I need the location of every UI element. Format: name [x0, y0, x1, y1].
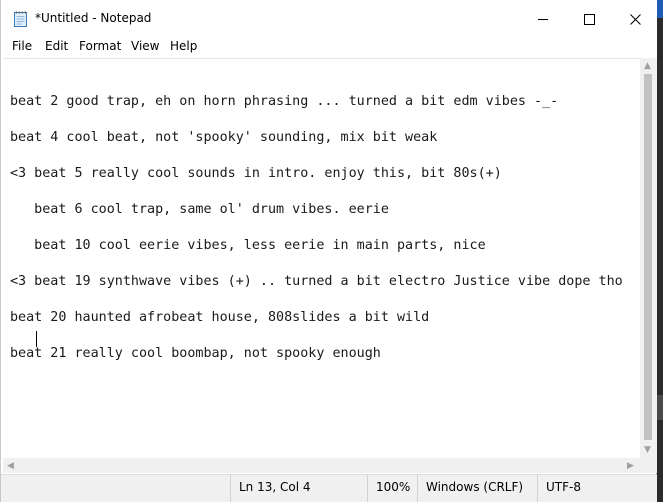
- scroll-down-icon[interactable]: ▼: [644, 445, 651, 455]
- menu-help[interactable]: Help: [170, 39, 197, 53]
- editor-line: <3 beat 19 synthwave vibes (+) .. turned…: [10, 274, 623, 289]
- window-title: *Untitled - Notepad: [35, 11, 152, 25]
- menu-view[interactable]: View: [131, 39, 159, 53]
- scroll-up-icon[interactable]: ▲: [644, 61, 651, 71]
- editor-line: beat 10 cool eerie vibes, less eerie in …: [10, 238, 486, 253]
- minimize-button[interactable]: [520, 0, 566, 38]
- background-element: [657, 395, 663, 420]
- title-bar[interactable]: *Untitled - Notepad: [1, 0, 657, 38]
- maximize-button[interactable]: [566, 0, 612, 38]
- status-position: Ln 13, Col 4: [230, 475, 367, 502]
- menu-bar: File Edit Format View Help: [1, 36, 657, 58]
- background-accent: [657, 0, 663, 18]
- text-caret: [36, 331, 37, 347]
- editor-line: beat 4 cool beat, not 'spooky' sounding,…: [10, 130, 438, 145]
- scrollbar-corner: [640, 458, 657, 473]
- status-zoom: 100%: [367, 475, 417, 502]
- editor-line: <3 beat 5 really cool sounds in intro. e…: [10, 166, 502, 181]
- editor-line: beat 20 haunted afrobeat house, 808slide…: [10, 310, 430, 325]
- editor-line: beat 2 good trap, eh on horn phrasing ..…: [10, 94, 559, 109]
- status-encoding: UTF-8: [537, 475, 657, 502]
- status-bar: Ln 13, Col 4 100% Windows (CRLF) UTF-8: [1, 474, 657, 502]
- vertical-scrollbar[interactable]: ▲ ▼: [640, 58, 657, 458]
- notepad-icon: [13, 10, 29, 28]
- vertical-scroll-thumb[interactable]: [644, 74, 652, 440]
- editor-line: beat 21 really cool boombap, not spooky …: [10, 346, 381, 361]
- scroll-right-icon[interactable]: ▶: [627, 461, 634, 471]
- menu-format[interactable]: Format: [79, 39, 121, 53]
- menu-edit[interactable]: Edit: [45, 39, 68, 53]
- notepad-window: *Untitled - Notepad File Edit Format Vie…: [0, 0, 657, 502]
- horizontal-scrollbar[interactable]: ◀ ▶: [3, 458, 640, 473]
- text-editor[interactable]: beat 2 good trap, eh on horn phrasing ..…: [3, 58, 640, 459]
- maximize-icon: [583, 13, 595, 25]
- editor-line: beat 6 cool trap, same ol' drum vibes. e…: [10, 202, 389, 217]
- scroll-left-icon[interactable]: ◀: [7, 461, 14, 471]
- close-icon: [629, 13, 641, 25]
- minimize-icon: [537, 18, 548, 20]
- close-button[interactable]: [612, 0, 658, 38]
- menu-file[interactable]: File: [12, 39, 32, 53]
- background-window-edge: [657, 0, 663, 502]
- status-line-ending: Windows (CRLF): [417, 475, 537, 502]
